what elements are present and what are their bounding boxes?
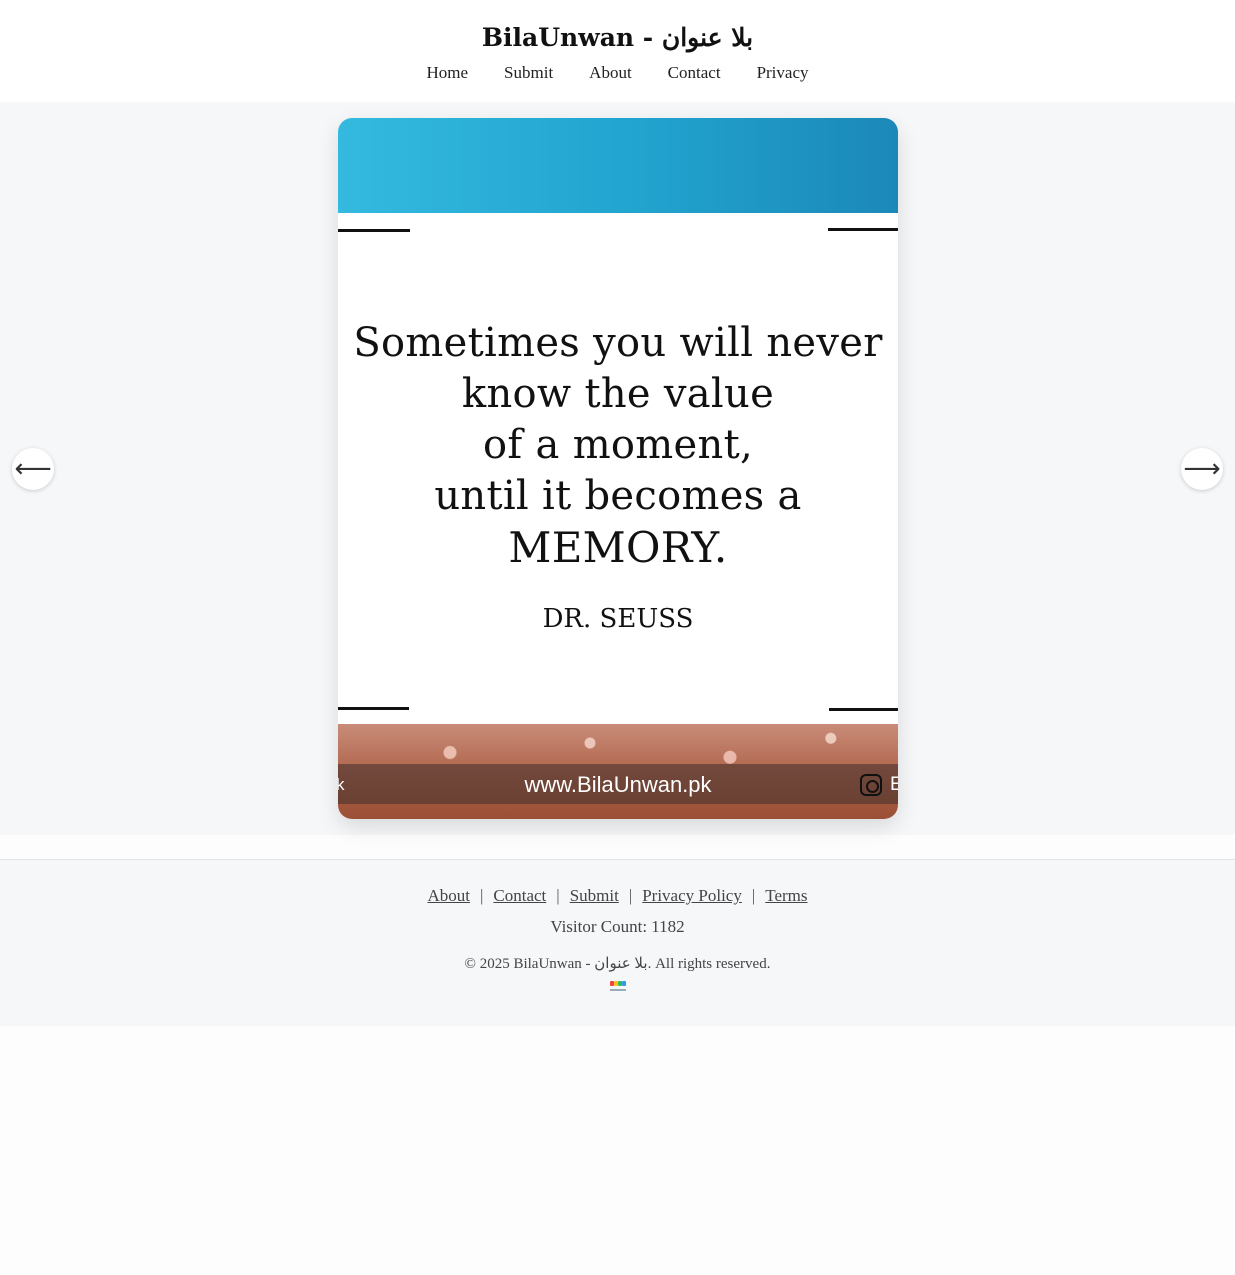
quote-line: until it becomes a (434, 473, 802, 519)
quote-author: DR. SEUSS (542, 604, 694, 634)
nav-link-contact[interactable]: Contact (650, 62, 739, 84)
copyright-text: © 2025 BilaUnwan - بلا عنوان. All rights… (464, 956, 771, 972)
footer-separator: | (751, 886, 756, 905)
quote-text: Sometimes you will never know the value … (338, 318, 898, 573)
image-viewer: ⟵ Sometimes you will never know the valu… (0, 102, 1235, 835)
quote-line: Sometimes you will never (353, 320, 883, 366)
corner-line-bottom-left (338, 707, 409, 710)
footer-separator: | (556, 886, 560, 905)
site-header: BilaUnwan - بلا عنوان Home Submit About … (0, 0, 1235, 102)
footer-link-contact[interactable]: Contact (493, 886, 546, 905)
quote-line: know the value (461, 371, 775, 417)
arrow-left-icon: ⟵ (14, 454, 52, 484)
instagram-icon (860, 774, 882, 796)
site-footer: About | Contact | Submit | Privacy Policy | Term… (0, 859, 1235, 1026)
band-url-text: www.BilaUnwan.pk (524, 772, 712, 797)
footer-separator: | (479, 886, 484, 905)
footer-link-submit[interactable]: Submit (570, 886, 619, 905)
quote-line: MEMORY. (508, 523, 728, 572)
nav-link-home[interactable]: Home (409, 62, 487, 84)
corner-line-top-right (828, 228, 898, 231)
previous-button[interactable]: ⟵ (12, 448, 54, 490)
nav-link-submit[interactable]: Submit (486, 62, 571, 84)
nav-link-about[interactable]: About (571, 62, 650, 84)
corner-line-bottom-right (829, 708, 898, 711)
footer-link-privacy-policy[interactable]: Privacy Policy (642, 886, 742, 905)
nav-link-privacy[interactable]: Privacy (739, 62, 827, 84)
footer-link-terms[interactable]: Terms (765, 886, 807, 905)
quote-image-card[interactable]: Sometimes you will never know the value … (338, 118, 898, 819)
card-top-band (338, 118, 898, 213)
band-right-text: E (890, 774, 898, 795)
site-logo-icon[interactable] (609, 981, 627, 993)
site-title[interactable]: BilaUnwan - بلا عنوان (0, 22, 1235, 54)
main-nav: Home Submit About Contact Privacy (0, 62, 1235, 84)
visitor-count: Visitor Count: 1182 (550, 917, 685, 936)
arrow-right-icon: ⟶ (1183, 454, 1221, 484)
footer-links: About | Contact | Submit | Privacy Policy | Term… (0, 886, 1235, 906)
next-button[interactable]: ⟶ (1181, 448, 1223, 490)
footer-link-about[interactable]: About (427, 886, 470, 905)
footer-separator: | (628, 886, 633, 905)
corner-line-top-left (338, 229, 410, 232)
quote-line: of a moment, (483, 422, 753, 468)
card-bottom-band: k www.BilaUnwan.pk E (338, 724, 898, 819)
